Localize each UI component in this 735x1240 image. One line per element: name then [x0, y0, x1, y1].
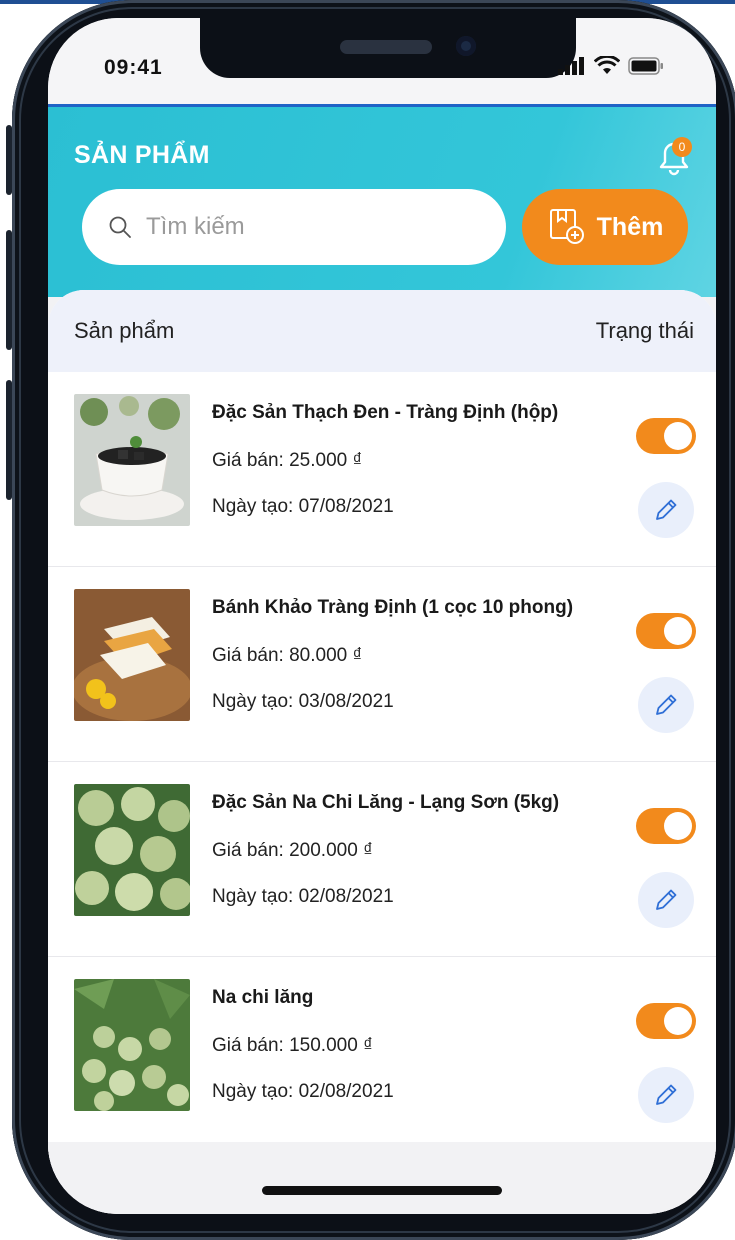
product-price: Giá bán: 200.000 ₫ — [212, 840, 373, 861]
add-product-button[interactable]: Thêm — [522, 189, 688, 265]
front-camera — [456, 36, 476, 56]
app-header: SẢN PHẨM 0 Tìm kiếm Thêm — [48, 107, 716, 297]
product-image — [74, 394, 190, 526]
wifi-icon — [594, 56, 620, 74]
status-toggle[interactable] — [636, 613, 696, 649]
phone-screen: 09:41 SẢN PHẨM 0 Tìm kiếm Thêm Sản phẩm … — [48, 18, 716, 1214]
product-row[interactable]: Bánh Khảo Tràng Định (1 cọc 10 phong) Gi… — [48, 567, 716, 762]
notification-button[interactable]: 0 — [652, 135, 696, 179]
toggle-knob — [664, 812, 692, 840]
status-toggle[interactable] — [636, 418, 696, 454]
notch — [200, 18, 576, 78]
notification-badge: 0 — [672, 137, 692, 157]
status-time: 09:41 — [104, 56, 163, 79]
product-image — [74, 589, 190, 721]
toggle-knob — [664, 1007, 692, 1035]
product-name: Đặc Sản Thạch Đen - Tràng Định (hộp) — [212, 402, 559, 423]
add-button-label: Thêm — [596, 212, 664, 241]
product-date: Ngày tạo: 03/08/2021 — [212, 691, 394, 712]
speaker — [340, 40, 432, 54]
product-price: Giá bán: 150.000 ₫ — [212, 1035, 373, 1056]
search-box[interactable] — [82, 189, 506, 265]
product-list: Sản phẩm Trạng thái Đặc Sản Thạch Đen - … — [48, 290, 716, 1214]
status-icons — [558, 56, 664, 76]
status-toggle[interactable] — [636, 1003, 696, 1039]
column-header-product: Sản phẩm — [74, 318, 175, 343]
column-header-status: Trạng thái — [595, 318, 694, 343]
toggle-knob — [664, 617, 692, 645]
home-bar-area — [48, 1142, 716, 1214]
product-row[interactable]: Na chi lăng Giá bán: 150.000 ₫ Ngày tạo:… — [48, 957, 716, 1152]
search-input[interactable] — [144, 212, 478, 242]
toggle-knob — [664, 422, 692, 450]
product-name: Bánh Khảo Tràng Định (1 cọc 10 phong) — [212, 597, 574, 618]
edit-button[interactable] — [638, 677, 694, 733]
product-name: Đặc Sản Na Chi Lăng - Lạng Sơn (5kg) — [212, 792, 560, 813]
add-product-icon — [549, 209, 584, 244]
product-date: Ngày tạo: 02/08/2021 — [212, 886, 394, 907]
search-icon — [108, 215, 132, 239]
status-toggle[interactable] — [636, 808, 696, 844]
edit-pencil-icon — [656, 1084, 677, 1105]
edit-button[interactable] — [638, 1067, 694, 1123]
product-price: Giá bán: 25.000 ₫ — [212, 450, 363, 471]
product-price: Giá bán: 80.000 ₫ — [212, 645, 363, 666]
edit-pencil-icon — [656, 889, 677, 910]
product-date: Ngày tạo: 02/08/2021 — [212, 1081, 394, 1102]
product-row[interactable]: Đặc Sản Thạch Đen - Tràng Định (hộp) Giá… — [48, 372, 716, 567]
edit-button[interactable] — [638, 482, 694, 538]
product-date: Ngày tạo: 07/08/2021 — [212, 496, 394, 517]
product-row[interactable]: Đặc Sản Na Chi Lăng - Lạng Sơn (5kg) Giá… — [48, 762, 716, 957]
home-indicator[interactable] — [262, 1186, 502, 1195]
edit-pencil-icon — [656, 694, 677, 715]
product-image — [74, 979, 190, 1111]
list-header: Sản phẩm Trạng thái — [48, 290, 716, 372]
battery-icon — [628, 57, 663, 75]
page-title: SẢN PHẨM — [74, 141, 210, 169]
product-image — [74, 784, 190, 916]
edit-pencil-icon — [656, 499, 677, 520]
product-name: Na chi lăng — [212, 987, 314, 1008]
signal-icon — [558, 57, 584, 75]
status-bar: 09:41 — [48, 18, 716, 104]
edit-button[interactable] — [638, 872, 694, 928]
